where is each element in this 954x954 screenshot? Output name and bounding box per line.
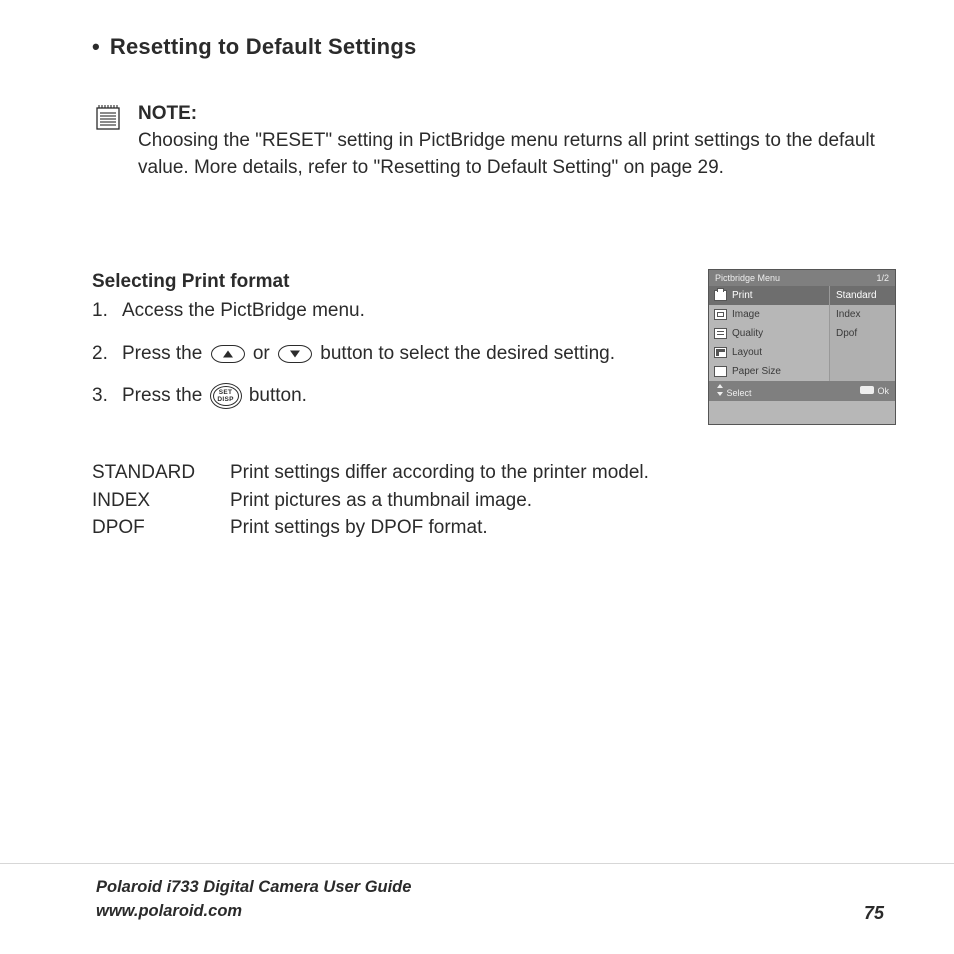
- menu-option-standard: Standard: [830, 286, 895, 305]
- ok-button-icon: [860, 386, 874, 394]
- paper-icon: [714, 366, 727, 377]
- menu-footer-ok: Ok: [860, 386, 889, 396]
- steps-list: 1. Access the PictBridge menu. 2. Press …: [92, 297, 680, 411]
- definition-desc: Print pictures as a thumbnail image.: [230, 487, 532, 515]
- definition-term: DPOF: [92, 514, 216, 542]
- step-number: 1.: [92, 297, 114, 326]
- step-number: 3.: [92, 382, 114, 411]
- definition-table: STANDARD Print settings differ according…: [92, 459, 896, 542]
- bullet-icon: •: [92, 36, 100, 58]
- footer-rule: [0, 863, 954, 864]
- menu-title: Pictbridge Menu: [715, 273, 780, 283]
- page-number: 75: [864, 903, 884, 924]
- note-block: NOTE: Choosing the "RESET" setting in Pi…: [96, 100, 896, 181]
- menu-item-paper-size: Paper Size: [709, 362, 829, 381]
- definition-term: STANDARD: [92, 459, 216, 487]
- page-footer: Polaroid i733 Digital Camera User Guide …: [0, 876, 954, 924]
- section-title-text: Resetting to Default Settings: [110, 34, 417, 60]
- set-disp-button-icon: SET DISP: [210, 383, 242, 409]
- subsection-title: Selecting Print format: [92, 271, 680, 293]
- definition-desc: Print settings differ according to the p…: [230, 459, 649, 487]
- footer-guide-title: Polaroid i733 Digital Camera User Guide: [96, 876, 411, 900]
- printer-icon: [714, 290, 727, 301]
- definition-desc: Print settings by DPOF format.: [230, 514, 488, 542]
- menu-item-image: Image: [709, 305, 829, 324]
- up-button-icon: [211, 345, 245, 363]
- pictbridge-menu-diagram: Pictbridge Menu 1/2 Print Image Quality …: [708, 269, 896, 425]
- menu-page-indicator: 1/2: [876, 273, 889, 283]
- step-text: Access the PictBridge menu.: [122, 297, 680, 326]
- menu-item-print: Print: [709, 286, 829, 305]
- notepad-icon: [96, 104, 120, 130]
- step-text: Press the SET DISP button.: [122, 382, 680, 411]
- menu-item-layout: Layout: [709, 343, 829, 362]
- section-title: • Resetting to Default Settings: [92, 34, 896, 60]
- step-number: 2.: [92, 340, 114, 369]
- note-label: NOTE:: [138, 103, 197, 124]
- quality-icon: [714, 328, 727, 339]
- footer-url: www.polaroid.com: [96, 900, 411, 924]
- menu-option-dpof: Dpof: [830, 324, 895, 343]
- note-body: Choosing the "RESET" setting in PictBrid…: [138, 130, 875, 178]
- menu-option-index: Index: [830, 305, 895, 324]
- menu-item-quality: Quality: [709, 324, 829, 343]
- updown-arrow-icon: [715, 384, 724, 396]
- definition-term: INDEX: [92, 487, 216, 515]
- step-text: Press the or button to select the desire…: [122, 340, 680, 369]
- menu-footer-select: Select: [715, 384, 752, 398]
- image-icon: [714, 309, 727, 320]
- layout-icon: [714, 347, 727, 358]
- down-button-icon: [278, 345, 312, 363]
